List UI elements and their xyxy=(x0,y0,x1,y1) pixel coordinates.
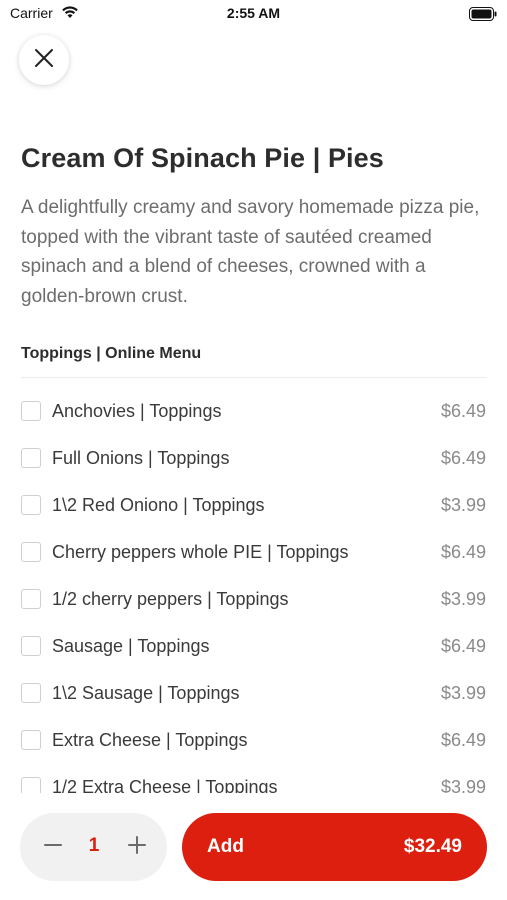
topping-option[interactable]: 1\2 Red Oniono | Toppings $3.99 xyxy=(0,483,507,530)
bottom-action-bar: 1 Add $32.49 xyxy=(0,793,507,900)
plus-icon xyxy=(128,835,146,859)
topping-label: 1/2 Extra Cheese | Toppings xyxy=(52,777,278,793)
topping-price: $6.49 xyxy=(440,448,486,468)
topping-checkbox[interactable] xyxy=(21,542,41,562)
topping-label: 1\2 Sausage | Toppings xyxy=(52,683,240,703)
topping-price: $3.99 xyxy=(440,589,486,609)
status-time: 2:55 AM xyxy=(226,5,281,21)
topping-option[interactable]: Extra Cheese | Toppings $6.49 xyxy=(0,718,507,765)
topping-price: $3.99 xyxy=(440,777,486,793)
topping-option[interactable]: 1\2 Sausage | Toppings $3.99 xyxy=(0,671,507,718)
topping-option[interactable]: Anchovies | Toppings $6.49 xyxy=(0,389,507,436)
topping-checkbox[interactable] xyxy=(21,683,41,703)
topping-label: Cherry peppers whole PIE | Toppings xyxy=(52,542,349,562)
topping-checkbox[interactable] xyxy=(21,730,41,750)
quantity-stepper: 1 xyxy=(20,813,167,881)
topping-option[interactable]: 1/2 Extra Cheese | Toppings $3.99 xyxy=(0,765,507,793)
topping-option[interactable]: Full Onions | Toppings $6.49 xyxy=(0,436,507,483)
close-icon xyxy=(34,48,54,73)
topping-price: $6.49 xyxy=(440,636,486,656)
topping-price: $3.99 xyxy=(440,495,486,515)
topping-option[interactable]: 1/2 cherry peppers | Toppings $3.99 xyxy=(0,577,507,624)
close-button[interactable] xyxy=(19,35,69,85)
topping-price: $3.99 xyxy=(440,683,486,703)
add-to-cart-button[interactable]: Add $32.49 xyxy=(182,813,487,881)
topping-price: $6.49 xyxy=(440,542,486,562)
topping-checkbox[interactable] xyxy=(21,495,41,515)
minus-icon xyxy=(44,836,62,859)
topping-price: $6.49 xyxy=(440,401,486,421)
topping-checkbox[interactable] xyxy=(21,636,41,656)
topping-label: 1\2 Red Oniono | Toppings xyxy=(52,495,265,515)
topping-checkbox[interactable] xyxy=(21,448,41,468)
topping-label: Anchovies | Toppings xyxy=(52,401,222,421)
battery-icon xyxy=(469,7,497,26)
topping-label: 1/2 cherry peppers | Toppings xyxy=(52,589,289,609)
topping-checkbox[interactable] xyxy=(21,401,41,421)
decrease-quantity-button[interactable] xyxy=(36,830,70,864)
add-button-label: Add xyxy=(207,836,244,857)
item-description: A delightfully creamy and savory homemad… xyxy=(21,197,480,307)
topping-checkbox[interactable] xyxy=(21,589,41,609)
topping-option[interactable]: Cherry peppers whole PIE | Toppings $6.4… xyxy=(0,530,507,577)
topping-price: $6.49 xyxy=(440,730,486,750)
quantity-value: 1 xyxy=(88,835,100,856)
topping-checkbox[interactable] xyxy=(21,777,41,793)
topping-option[interactable]: Sausage | Toppings $6.49 xyxy=(0,624,507,671)
topping-label: Full Onions | Toppings xyxy=(52,448,230,468)
toppings-section-header: Toppings | Online Menu xyxy=(21,345,202,362)
increase-quantity-button[interactable] xyxy=(120,830,154,864)
topping-label: Sausage | Toppings xyxy=(52,636,210,656)
add-button-price: $32.49 xyxy=(403,836,462,857)
divider xyxy=(21,377,487,378)
item-title: Cream Of Spinach Pie | Pies xyxy=(21,143,384,173)
status-bar: Carrier 2:55 AM xyxy=(0,0,507,28)
topping-label: Extra Cheese | Toppings xyxy=(52,730,248,750)
toppings-list[interactable]: Anchovies | Toppings $6.49 Full Onions |… xyxy=(0,389,507,793)
